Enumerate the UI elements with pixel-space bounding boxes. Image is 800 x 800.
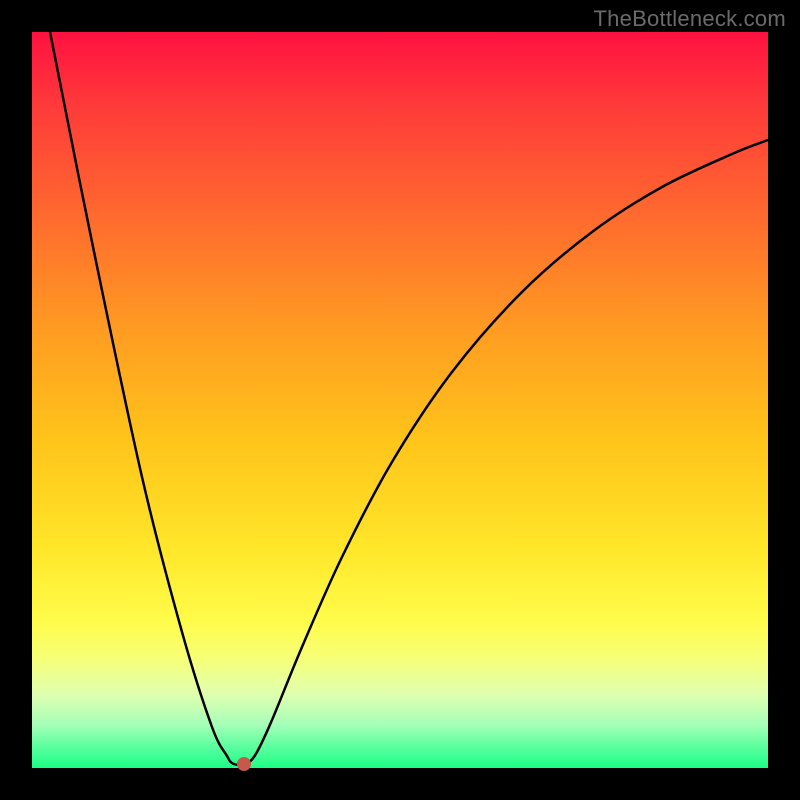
watermark-text: TheBottleneck.com xyxy=(593,6,786,32)
plot-area xyxy=(32,32,768,768)
minimum-marker xyxy=(237,757,251,771)
chart-frame: TheBottleneck.com xyxy=(0,0,800,800)
curve-layer xyxy=(32,32,768,768)
bottleneck-curve xyxy=(50,32,768,765)
